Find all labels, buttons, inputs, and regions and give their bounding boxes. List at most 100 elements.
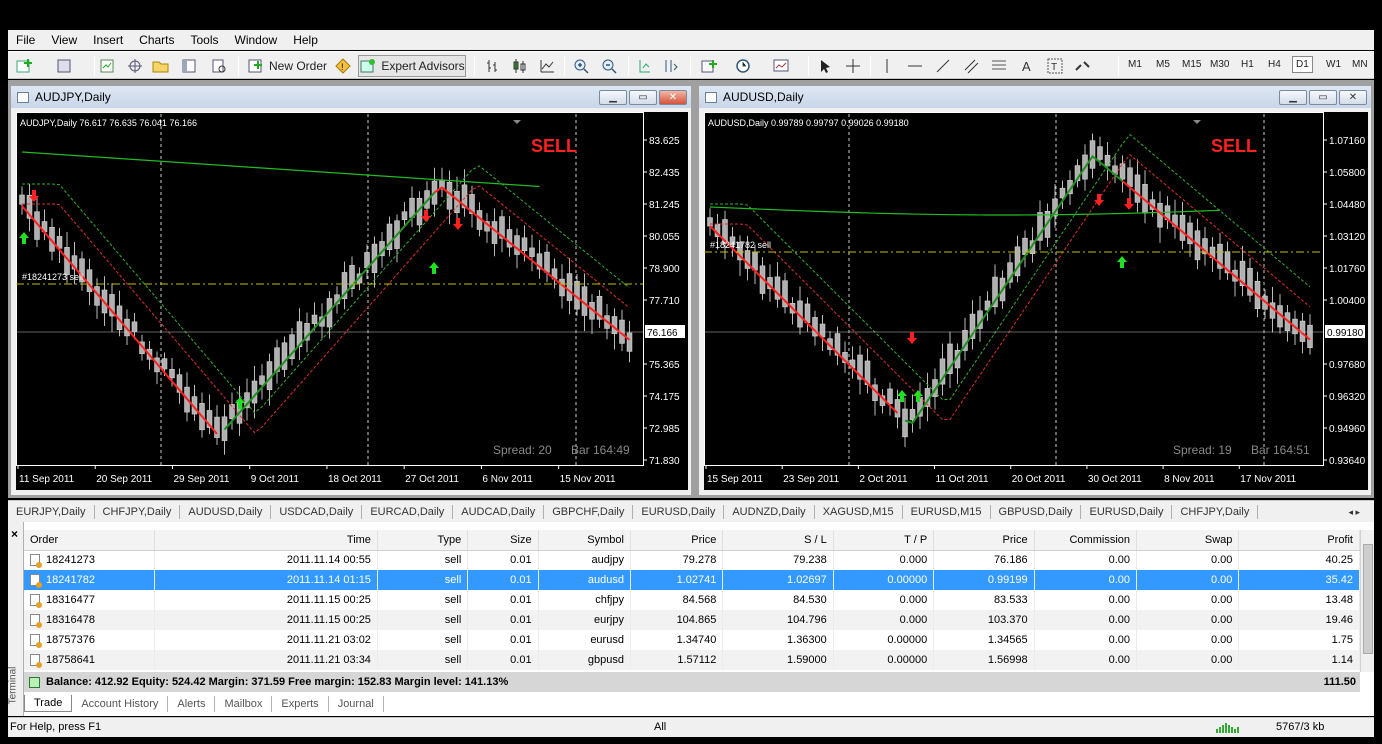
chart-tab[interactable]: AUDCAD,Daily [453,504,545,519]
column-header[interactable]: Symbol [538,530,631,551]
market-watch-icon[interactable] [96,55,118,77]
expert-advisors-button[interactable]: Expert Advisors [358,55,466,77]
folder-icon[interactable] [150,55,172,77]
close-button[interactable]: ✕ [1339,90,1367,105]
order-row[interactable]: 18316477 2011.11.15 00:25 sell 0.01 chfjpy 84… [24,590,1360,610]
tab-scroll-arrows-icon[interactable]: ◂ ▸ [1340,505,1368,519]
chart-tab[interactable]: EURUSD,Daily [633,504,725,519]
timeframe-m15[interactable]: M15 [1182,59,1201,70]
horizontal-line-icon[interactable] [904,55,926,77]
chart-window-audjpy[interactable]: AUDJPY,Daily ▁ ▭ ✕ 83.625 82.435 81.245 80.… [10,85,692,496]
column-header[interactable]: Size [467,530,539,551]
trendline-icon[interactable] [932,55,954,77]
order-row[interactable]: 18241782 2011.11.14 01:15 sell 0.01 audusd 1.… [24,570,1360,590]
chart-tab[interactable]: AUDUSD,Daily [180,504,272,519]
line-chart-icon[interactable] [536,55,558,77]
strategy-tester-icon[interactable] [208,55,230,77]
terminal-tab[interactable]: Experts [272,696,329,712]
timeframe-m5[interactable]: M5 [1156,59,1170,70]
close-icon[interactable]: × [11,527,18,541]
chart-tab[interactable]: USDCAD,Daily [271,504,363,519]
maximize-button[interactable]: ▭ [1309,90,1337,105]
order-row[interactable]: 18241273 2011.11.14 00:55 sell 0.01 audjpy 79… [24,550,1360,570]
menu-charts[interactable]: Charts [131,33,182,47]
chart-window-titlebar[interactable]: AUDJPY,Daily [11,86,691,108]
vertical-line-icon[interactable] [876,55,898,77]
chart-tab[interactable]: AUDNZD,Daily [724,504,815,519]
bar-chart-icon[interactable] [482,55,504,77]
column-header[interactable]: Time [154,530,378,551]
auto-scroll-icon[interactable] [634,55,656,77]
timeframe-m30[interactable]: M30 [1210,59,1229,70]
order-row[interactable]: 18316478 2011.11.15 00:25 sell 0.01 eurjpy 10… [24,610,1360,630]
timeframe-w1[interactable]: W1 [1326,59,1341,70]
text-label-icon[interactable]: T [1044,55,1066,77]
chart-tab[interactable]: XAGUSD,M15 [815,504,903,519]
zoom-in-icon[interactable] [570,55,592,77]
chart-tab[interactable]: CHFJPY,Daily [1172,504,1259,519]
zoom-out-icon[interactable] [598,55,620,77]
menu-window[interactable]: Window [227,33,286,47]
equidistant-channel-icon[interactable] [960,55,982,77]
candlestick-icon[interactable] [508,55,530,77]
menu-insert[interactable]: Insert [85,33,131,47]
crosshair-icon[interactable] [842,55,864,77]
chart-tab[interactable]: EURUSD,M15 [903,504,991,519]
cursor-icon[interactable] [814,55,836,77]
bar-timer-label: Bar 164:51 [1251,443,1310,457]
metaeditor-icon[interactable]: ! [332,55,354,77]
terminal-tab[interactable]: Trade [24,695,73,712]
templates-icon[interactable] [770,55,792,77]
chart-tab[interactable]: GBPUSD,Daily [991,504,1082,519]
indicators-icon[interactable] [698,55,720,77]
menu-file[interactable]: File [8,33,43,47]
price-chart[interactable]: 83.625 82.435 81.245 80.055 78.900 77.710 75.3… [16,112,688,490]
text-icon[interactable]: A [1016,55,1038,77]
column-header[interactable]: S / L [722,530,834,551]
arrows-icon[interactable] [1072,55,1094,77]
new-order-button[interactable]: New Order [244,55,330,77]
column-header[interactable]: Profit [1238,530,1360,551]
maximize-button[interactable]: ▭ [629,90,657,105]
order-row[interactable]: 18758641 2011.11.21 03:34 sell 0.01 gbpusd 1.… [24,650,1360,670]
close-button[interactable]: ✕ [659,90,687,105]
column-header[interactable]: Swap [1136,530,1240,551]
timeframe-h4[interactable]: H4 [1268,59,1281,70]
timeframe-m1[interactable]: M1 [1128,59,1142,70]
vertical-scrollbar[interactable] [1360,530,1374,672]
column-header[interactable]: Type [377,530,469,551]
periods-icon[interactable] [732,55,754,77]
chart-tab[interactable]: EURJPY,Daily [8,504,95,519]
timeframe-h1[interactable]: H1 [1241,59,1254,70]
minimize-button[interactable]: ▁ [1279,90,1307,105]
column-header[interactable]: Price [630,530,724,551]
column-header[interactable]: T / P [833,530,935,551]
menu-tools[interactable]: Tools [183,33,227,47]
chart-shift-icon[interactable] [660,55,682,77]
column-header[interactable]: Commission [1034,530,1138,551]
chart-window-audusd[interactable]: AUDUSD,Daily ▁ ▭ ✕ 1.07160 1.05800 1.04480… [698,85,1372,496]
chart-window-titlebar[interactable]: AUDUSD,Daily [699,86,1371,108]
price-chart[interactable]: 1.07160 1.05800 1.04480 1.03120 1.01760 1.004… [704,112,1368,490]
fibonacci-icon[interactable] [988,55,1010,77]
chart-tab[interactable]: EURCAD,Daily [362,504,454,519]
menu-view[interactable]: View [43,33,85,47]
navigator-icon[interactable] [124,55,146,77]
minimize-button[interactable]: ▁ [599,90,627,105]
timeframe-d1[interactable]: D1 [1292,56,1313,73]
chart-tab[interactable]: CHFJPY,Daily [95,504,181,519]
menu-help[interactable]: Help [285,33,326,47]
column-header[interactable]: Order [24,530,156,551]
terminal-tab[interactable]: Mailbox [215,696,273,712]
new-chart-icon[interactable] [14,55,36,77]
order-row[interactable]: 18757376 2011.11.21 03:02 sell 0.01 eurusd 1.… [24,630,1360,650]
terminal-icon[interactable] [178,55,200,77]
column-header[interactable]: Price [933,530,1035,551]
terminal-tab[interactable]: Journal [329,696,384,712]
terminal-tab[interactable]: Account History [72,696,169,712]
chart-tab[interactable]: GBPCHF,Daily [544,504,634,519]
profiles-icon[interactable] [54,55,76,77]
chart-tab[interactable]: EURUSD,Daily [1081,504,1173,519]
timeframe-mn[interactable]: MN [1352,59,1368,70]
terminal-tab[interactable]: Alerts [168,696,216,712]
